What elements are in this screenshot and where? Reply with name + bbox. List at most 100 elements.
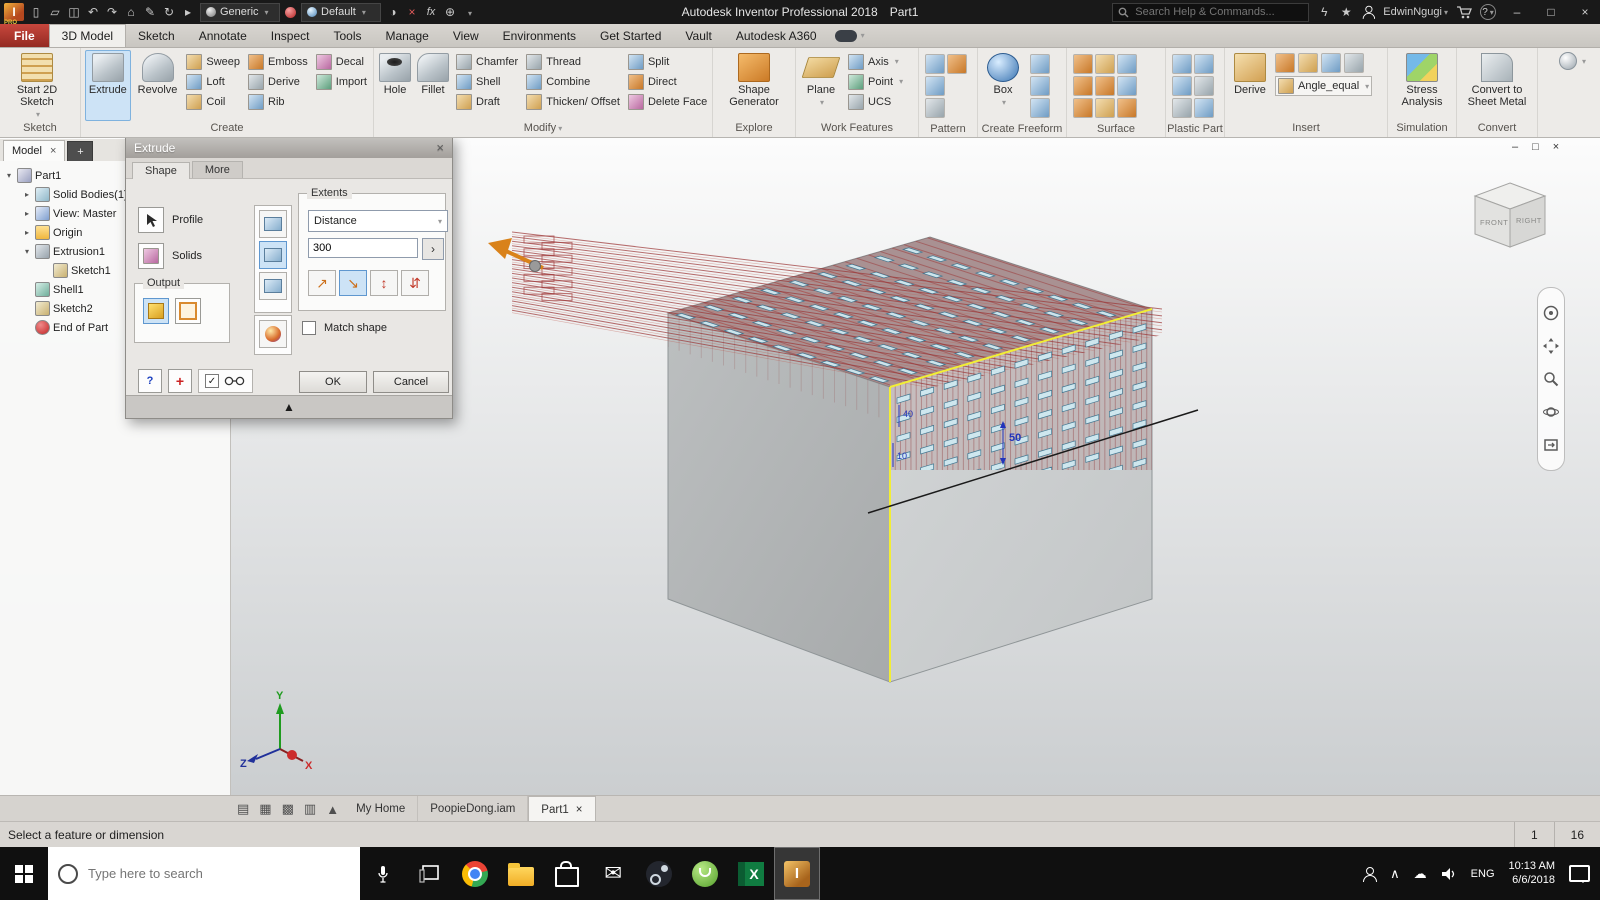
patch-surface-icon[interactable] [1073,76,1093,96]
inventor-logo-icon[interactable]: I PRO [4,3,24,26]
asymmetric-button[interactable]: ⇵ [401,270,429,296]
tab-autodesk-a360[interactable]: Autodesk A360 [724,24,829,47]
utorrent-button[interactable] [682,847,728,900]
tab-3d-model[interactable]: 3D Model [48,24,127,47]
emboss-button[interactable]: Emboss [246,53,310,70]
mic-button[interactable] [360,847,406,900]
profile-select-button[interactable] [138,207,164,233]
panel-close-icon[interactable]: × [50,145,56,157]
lip-icon[interactable] [1194,54,1214,74]
revolve-button[interactable]: Revolve [135,50,181,121]
tab-tools[interactable]: Tools [321,24,373,47]
output-surface-button[interactable] [175,298,201,324]
shell-button[interactable]: Shell [454,73,520,90]
import-geometry-icon[interactable] [1298,53,1318,73]
orbit-icon[interactable] [1543,404,1559,420]
store-button[interactable] [544,847,590,900]
expand-panel-icon[interactable]: ▲ [326,796,339,822]
chamfer-button[interactable]: Chamfer [454,53,520,70]
thicken-surface-icon[interactable] [1117,54,1137,74]
intersect-button[interactable] [259,272,287,300]
freeform-box-button[interactable]: Box [982,50,1024,122]
delete-surface-face-icon[interactable] [1117,98,1137,118]
tab-sketch[interactable]: Sketch [126,24,187,47]
derive-small-button[interactable]: Derive [246,73,310,90]
chrome-button[interactable] [452,847,498,900]
convert-sheet-metal-button[interactable]: Convert to Sheet Metal [1464,50,1530,121]
loft-button[interactable]: Loft [184,73,242,90]
match-shape-checkbox[interactable] [302,321,316,335]
task-view-button[interactable] [406,847,452,900]
onedrive-cloud-icon[interactable]: ☁ [1414,866,1427,882]
tree-arrow[interactable]: ▾ [4,171,14,180]
direct-button[interactable]: Direct [626,73,709,90]
join-button[interactable] [259,210,287,238]
tree-arrow[interactable]: ▾ [22,247,32,256]
tab-vault[interactable]: Vault [673,24,723,47]
ribbon-display-options[interactable] [1558,52,1586,70]
ucs-button[interactable]: UCS [846,93,905,110]
direction-2-button[interactable]: ↘ [339,270,367,296]
insert-image-icon[interactable] [1344,53,1364,73]
plane-button[interactable]: Plane [800,50,842,121]
user-name[interactable]: EdwinNgugi [1383,6,1448,18]
tab-annotate[interactable]: Annotate [187,24,259,47]
cut-button[interactable] [259,241,287,269]
adjust-icon[interactable]: ◑ [386,5,400,19]
derive-button[interactable]: Derive [1229,50,1271,121]
distance-flyout-button[interactable]: › [422,238,444,260]
coil-button[interactable]: Coil [184,93,242,110]
dialog-tab-more[interactable]: More [191,161,243,178]
panel-add-tab[interactable]: + [67,141,94,161]
dialog-tab-shape[interactable]: Shape [132,162,190,179]
tab-view[interactable]: View [441,24,491,47]
style-select[interactable]: Generic [200,2,280,22]
minimize-button[interactable]: – [1504,0,1530,24]
open-icon[interactable]: ▱ [48,5,62,19]
point-button[interactable]: Point [846,73,905,90]
freeform-sphere-icon[interactable] [1030,98,1050,118]
people-icon[interactable] [1362,866,1378,882]
dialog-collapse-strip[interactable]: ▲ [126,395,452,418]
direction-1-button[interactable]: ↗ [308,270,336,296]
thread-button[interactable]: Thread [524,53,622,70]
look-at-icon[interactable] [1543,437,1559,453]
favorites-star-icon[interactable]: ★ [1339,5,1353,19]
extent-type-select[interactable]: Distance [308,210,448,232]
appearance-select[interactable]: Default [301,2,381,22]
inventor-taskbar-button[interactable]: I [774,847,820,900]
grill-icon[interactable] [1172,54,1192,74]
maximize-button[interactable]: □ [1538,0,1564,24]
rule-fillet-icon[interactable] [1194,98,1214,118]
new-file-icon[interactable]: ▯ [29,5,43,19]
doc-tab-part1[interactable]: Part1 × [528,796,596,822]
clock[interactable]: 10:13 AM 6/6/2018 [1509,860,1555,888]
viewcube[interactable] [1473,182,1547,248]
freeform-plane-icon[interactable] [1030,54,1050,74]
qat-customize-icon[interactable] [462,5,476,19]
viewcube-front-label[interactable]: FRONT [1480,218,1508,227]
dimension-50[interactable]: 50 [1009,432,1021,444]
sculpt-surface-icon[interactable] [1095,76,1115,96]
solids-select-button[interactable] [138,243,164,269]
preview-checkbox[interactable]: ✓ [205,374,219,388]
tab-manage[interactable]: Manage [373,24,440,47]
taskbar-search-input[interactable] [86,865,330,882]
group-label-modify[interactable]: Modify [374,121,712,137]
extrude-button[interactable]: Extrude [85,50,131,121]
cart-icon[interactable] [1456,5,1472,19]
select-icon[interactable]: ▸ [181,5,195,19]
combine-button[interactable]: Combine [524,73,622,90]
replace-face-icon[interactable] [1117,76,1137,96]
stress-analysis-button[interactable]: Stress Analysis [1392,50,1452,121]
tree-arrow[interactable]: ▸ [22,190,32,199]
snap-fit-icon[interactable] [1172,98,1192,118]
sketch-driven-pattern-icon[interactable] [947,54,967,74]
update-icon[interactable]: ↻ [162,5,176,19]
insert-ifeature-icon[interactable] [1275,53,1295,73]
start-button[interactable] [0,847,48,900]
draft-button[interactable]: Draft [454,93,520,110]
tree-arrow[interactable]: ▸ [22,228,32,237]
fillet-button[interactable]: Fillet [416,50,450,121]
clear-appearance-icon[interactable]: × [405,5,419,19]
